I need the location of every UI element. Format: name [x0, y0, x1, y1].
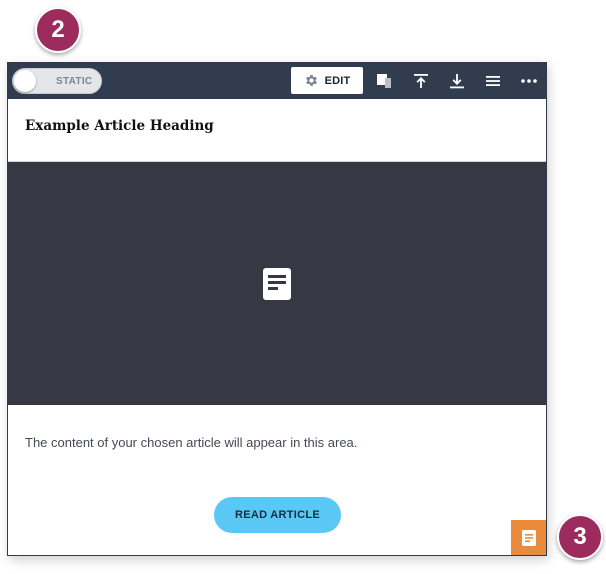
step-badge-2: 2	[35, 7, 81, 53]
document-icon	[263, 267, 291, 300]
edit-label: EDIT	[324, 74, 351, 87]
step-number: 2	[51, 16, 65, 43]
article-image-placeholder	[8, 162, 546, 405]
toggle-knob[interactable]	[14, 70, 36, 92]
move-to-bottom-icon	[450, 74, 464, 89]
step-badge-3: 3	[557, 514, 603, 560]
move-to-bottom-button[interactable]	[447, 71, 467, 91]
move-to-top-icon	[414, 74, 428, 88]
copy-button[interactable]	[374, 71, 394, 91]
article-widget-tab[interactable]	[511, 520, 546, 555]
more-options-button[interactable]	[519, 71, 539, 91]
article-widget: STATIC EDIT Example Article Heading The …	[7, 62, 547, 556]
article-body: The content of your chosen article will …	[25, 435, 358, 450]
copy-icon	[377, 74, 391, 88]
toggle-label: STATIC	[56, 76, 93, 87]
gear-icon	[305, 75, 317, 86]
read-article-button[interactable]: READ ARTICLE	[214, 497, 341, 533]
move-to-top-button[interactable]	[411, 71, 431, 91]
widget-toolbar: STATIC EDIT	[8, 63, 546, 99]
step-number: 3	[573, 523, 587, 550]
menu-icon	[486, 76, 500, 86]
screenshot-stage: 2 STATIC EDIT Example Article Heading Th…	[0, 0, 606, 574]
document-icon	[521, 529, 536, 546]
static-toggle[interactable]: STATIC	[12, 68, 102, 94]
edit-button[interactable]: EDIT	[291, 67, 363, 94]
heading-section: Example Article Heading	[8, 99, 546, 162]
menu-button[interactable]	[483, 71, 503, 91]
more-icon	[521, 79, 537, 83]
article-heading: Example Article Heading	[25, 118, 214, 134]
